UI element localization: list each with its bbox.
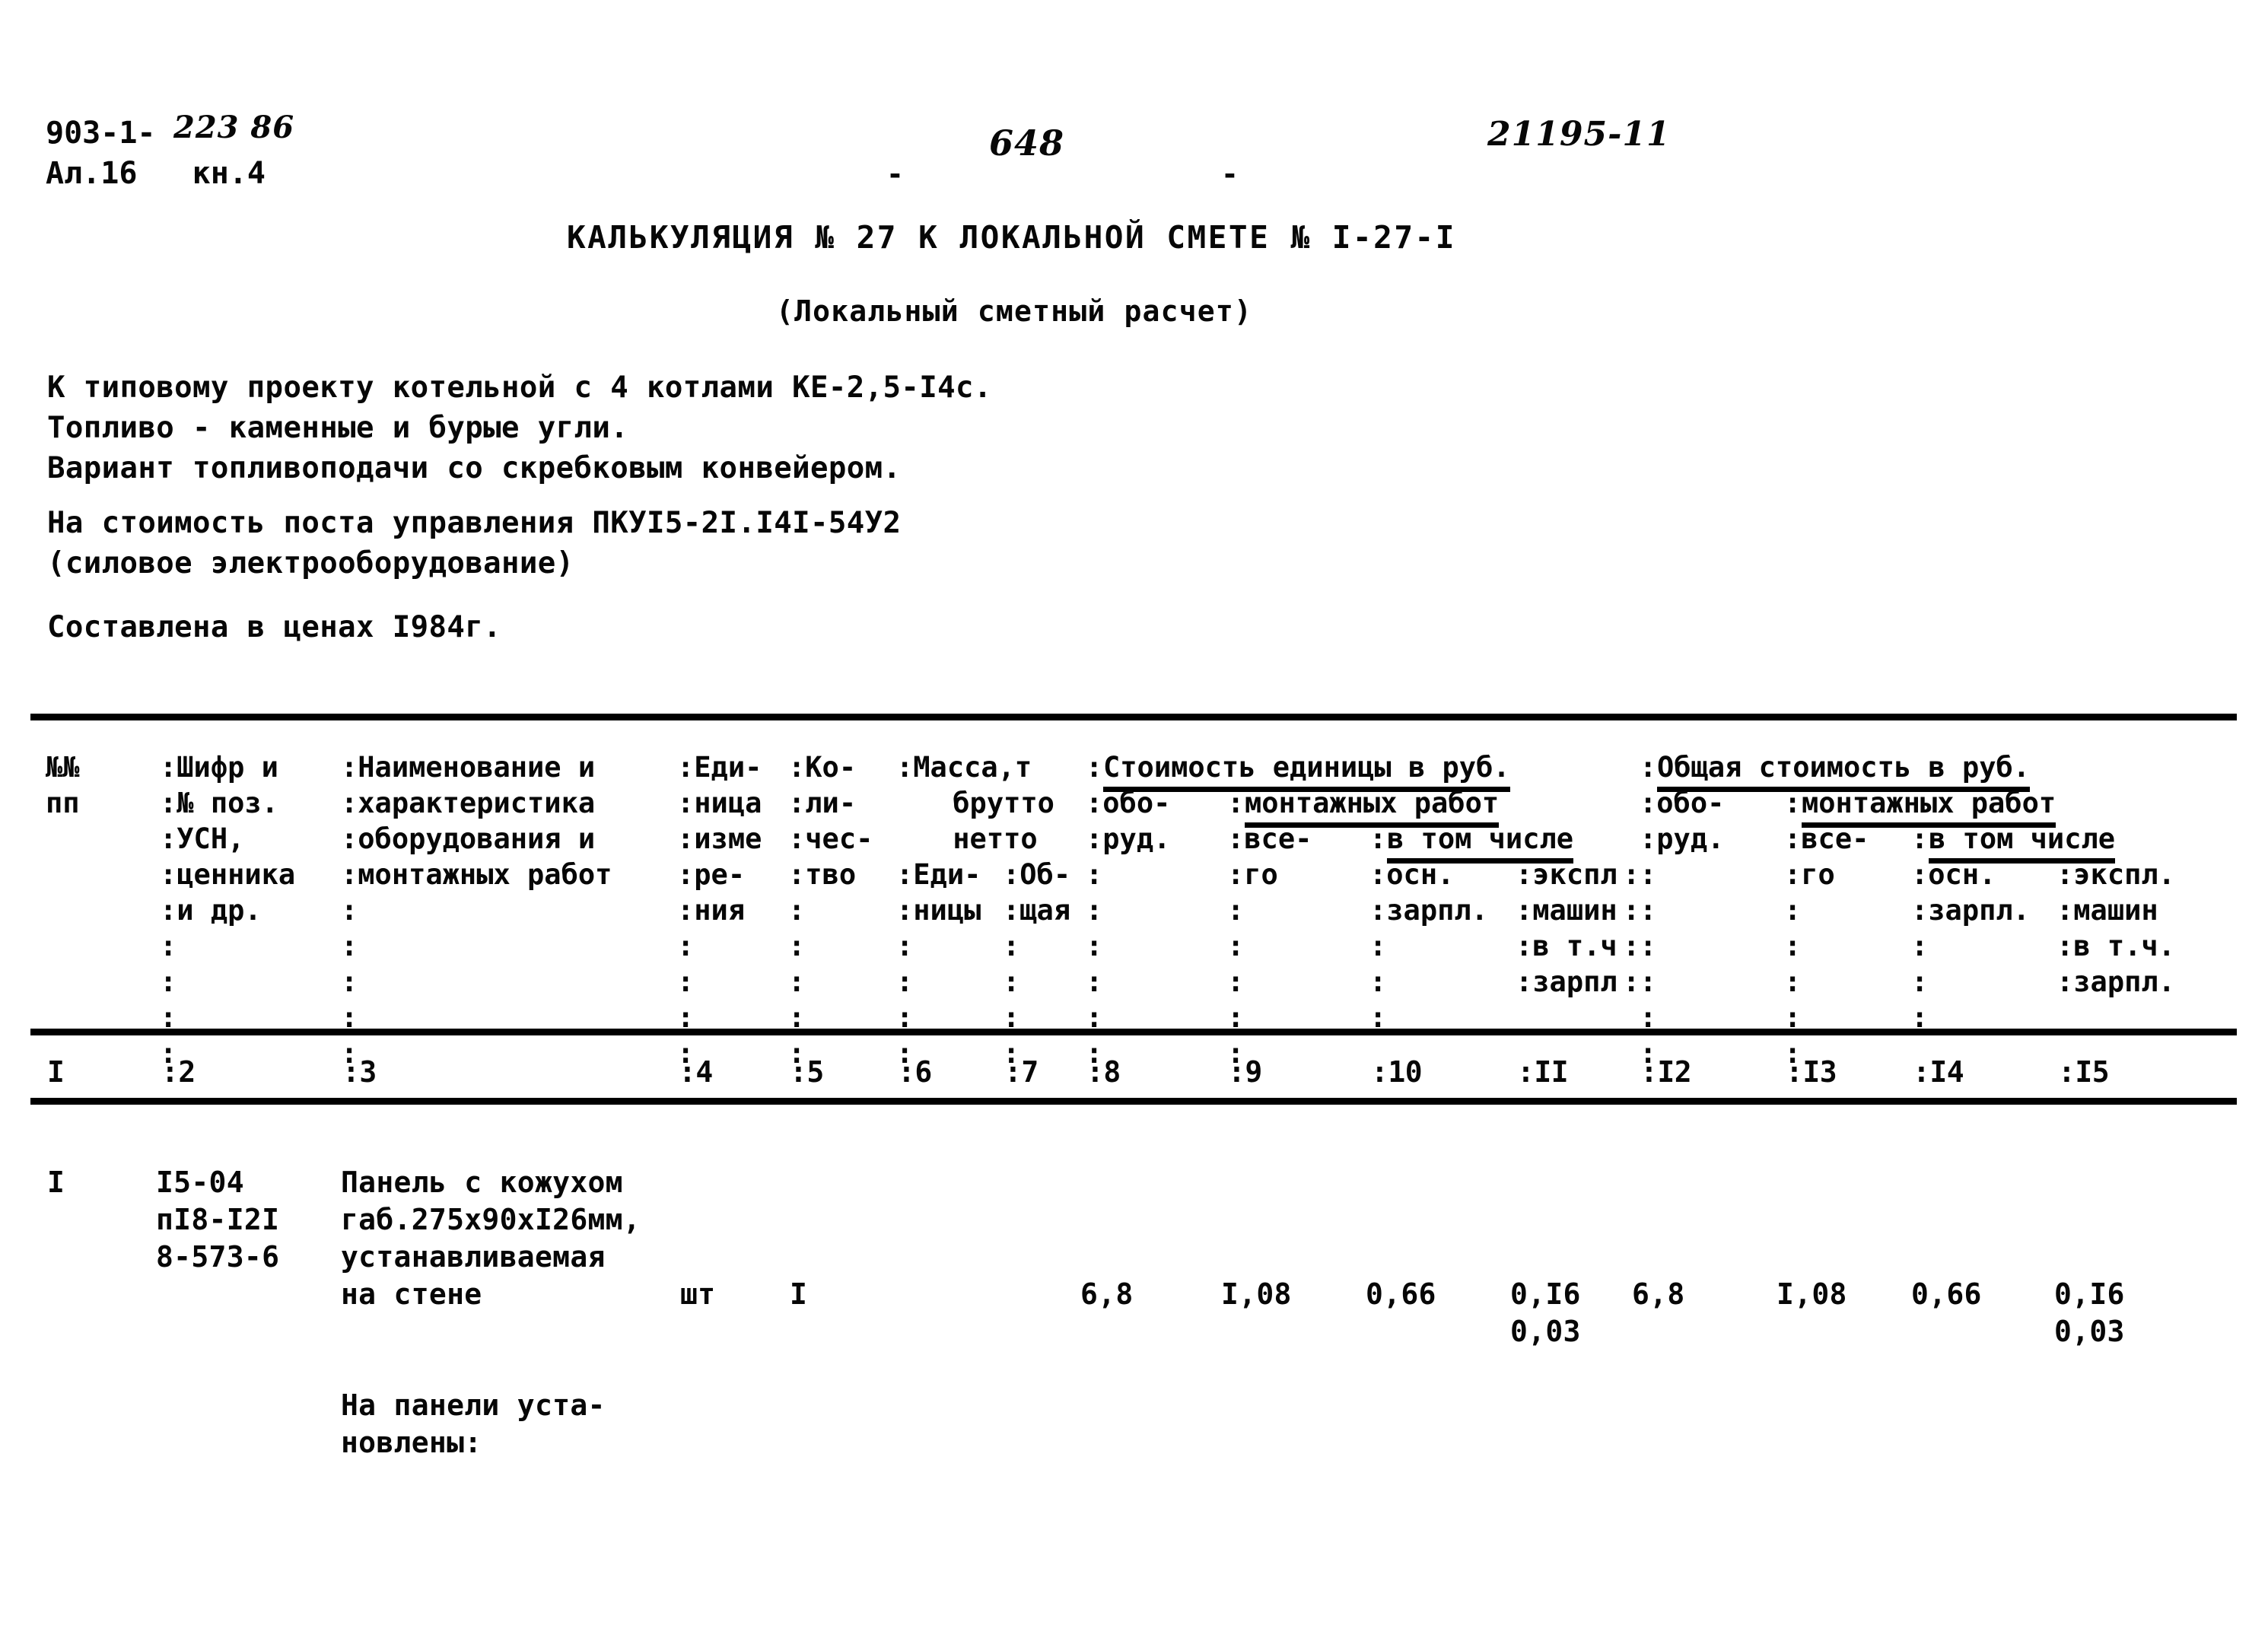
column-number-2: :2	[161, 1055, 196, 1089]
series-code: 903-1-	[46, 116, 156, 151]
table-header-col-4: :Еди-:ница:изме:ре-:ния::::	[677, 751, 762, 1070]
table-row: I	[47, 1164, 65, 1201]
row-unit-equipment-cost: 6,8	[1080, 1277, 1134, 1311]
table-header-col-8-colon: :	[1086, 751, 1103, 784]
table-header-mass-netto: нетто	[936, 822, 1038, 855]
column-number-5: :5	[790, 1055, 824, 1089]
column-number-13: :I3	[1786, 1055, 1837, 1089]
archive-code-handwritten: 21195-11	[1487, 115, 1671, 154]
row-codes: I5-04 пI8-I2I 8-573-6	[156, 1166, 280, 1274]
table-header-col-12: :обо-:руд.	[1640, 787, 1725, 855]
row-number: I	[47, 1166, 65, 1199]
page-title: КАЛЬКУЛЯЦИЯ № 27 К ЛОКАЛЬНОЙ СМЕТЕ № I-2…	[567, 219, 1456, 256]
column-number-15: :I5	[2058, 1055, 2110, 1089]
album-book-line: Ал.16 кн.4	[46, 156, 266, 191]
table-header-col-8: :обо-:руд.	[1086, 787, 1171, 855]
page-subtitle: (Локальный сметный расчет)	[776, 294, 1253, 328]
table-header-unit-mount-colon: :	[1227, 787, 1245, 819]
column-number-4: :4	[679, 1055, 713, 1089]
series-code-handwritten: 223 86	[173, 110, 295, 145]
row-total-mount-machines: 0,I6	[2054, 1277, 2125, 1311]
row-unit-mount-machines: 0,I6	[1510, 1277, 1581, 1311]
table-header-col-2: :Шифр и:№ поз.:УСН,:ценника:и др.::::	[160, 751, 296, 1070]
column-number-3: :3	[342, 1055, 377, 1089]
table-header-col-12-colon: :	[1640, 751, 1657, 784]
table-header-col-14-dots: :::	[1911, 930, 1929, 1034]
row-unit-mount-total: I,08	[1221, 1277, 1292, 1311]
table-header-mass-brutto: брутто	[936, 787, 1054, 819]
column-numbers-bottom-rule	[30, 1098, 2237, 1105]
table-top-rule	[30, 714, 2237, 720]
table-header-col-13-dots: :::::	[1784, 894, 1802, 1070]
page-dash-right: -	[1221, 157, 1239, 191]
table-header-total-including-colon: :	[1911, 822, 1929, 855]
column-number-7: :7	[1004, 1055, 1039, 1089]
intro-line-2: Топливо - каменные и бурые угли.	[47, 411, 629, 445]
row-total-mount-total: I,08	[1777, 1277, 1847, 1311]
document-page: 903-1- 223 86 Ал.16 кн.4 - 648 - 21195-1…	[0, 0, 2268, 1638]
table-header-col-12-dots: ::::::	[1640, 858, 1657, 1070]
column-number-8: :8	[1086, 1055, 1121, 1089]
intro-line-5: (силовое электрооборудование)	[47, 546, 574, 580]
column-number-14: :I4	[1913, 1055, 1964, 1089]
table-header-col-10-dots: :::	[1369, 930, 1387, 1034]
table-header-col-3: :Наименование и:характеристика:оборудова…	[341, 751, 612, 1070]
table-header-col-10: :осн.:зарпл.	[1369, 858, 1488, 927]
column-number-12: :I2	[1640, 1055, 1692, 1089]
page-number-handwritten: 648	[989, 122, 1065, 164]
intro-line-3: Вариант топливоподачи со скребковым конв…	[47, 451, 902, 485]
row-unit-mount-machines-salary: 0,03	[1510, 1315, 1581, 1348]
table-header-mass-group: :Масса,т	[896, 751, 1032, 784]
row-total-equipment-cost: 6,8	[1632, 1277, 1685, 1311]
row-unit: шт	[680, 1277, 716, 1311]
table-header-col-1: №№ пп	[46, 751, 80, 819]
table-header-total-mount-colon: :	[1784, 787, 1802, 819]
table-header-unit-including-colon: :	[1369, 822, 1387, 855]
row-total-mount-salary: 0,66	[1911, 1277, 1982, 1311]
table-header-col-9: :все-:го	[1227, 822, 1312, 891]
row-quantity: I	[790, 1277, 808, 1311]
table-header-col-13: :все-:го	[1784, 822, 1869, 891]
table-header-col-5: :Ко-:ли-:чес-:тво:::::	[788, 751, 873, 1070]
intro-line-4: На стоимость поста управления ПКУI5-2I.I…	[47, 506, 902, 540]
column-number-9: :9	[1228, 1055, 1262, 1089]
table-header-col-8-dots: ::::::	[1086, 858, 1103, 1070]
column-number-1: I	[47, 1055, 65, 1089]
column-number-10: :10	[1371, 1055, 1423, 1089]
page-dash-left: -	[886, 157, 904, 191]
table-header-col-15: :экспл.:машин:в т.ч.:зарпл.	[2056, 858, 2175, 998]
row-unit-mount-salary: 0,66	[1366, 1277, 1436, 1311]
prices-year-line: Составлена в ценах I984г.	[47, 610, 501, 644]
table-header-bottom-rule	[30, 1029, 2237, 1035]
table-header-col-7: :Об-:щая::::	[1003, 858, 1071, 1070]
table-header-col-11-right-dots: ::::	[1623, 858, 1640, 998]
table-header-col-14: :осн.:зарпл.	[1911, 858, 2030, 927]
column-number-11: :II	[1517, 1055, 1569, 1089]
table-header-col-11: :экспл:машин:в т.ч:зарпл	[1516, 858, 1618, 998]
row-description: Панель с кожухом габ.275х90хI26мм, устанав…	[341, 1166, 641, 1311]
column-number-6: :6	[898, 1055, 932, 1089]
row-footer-note: На панели уста-новлены:	[341, 1388, 606, 1459]
table-header-col-6: :Еди-:ницы::::	[896, 858, 981, 1070]
intro-line-1: К типовому проекту котельной с 4 котлами…	[47, 371, 992, 405]
table-header-col-9-dots: :::::	[1227, 894, 1245, 1070]
row-total-mount-machines-salary: 0,03	[2054, 1315, 2125, 1348]
